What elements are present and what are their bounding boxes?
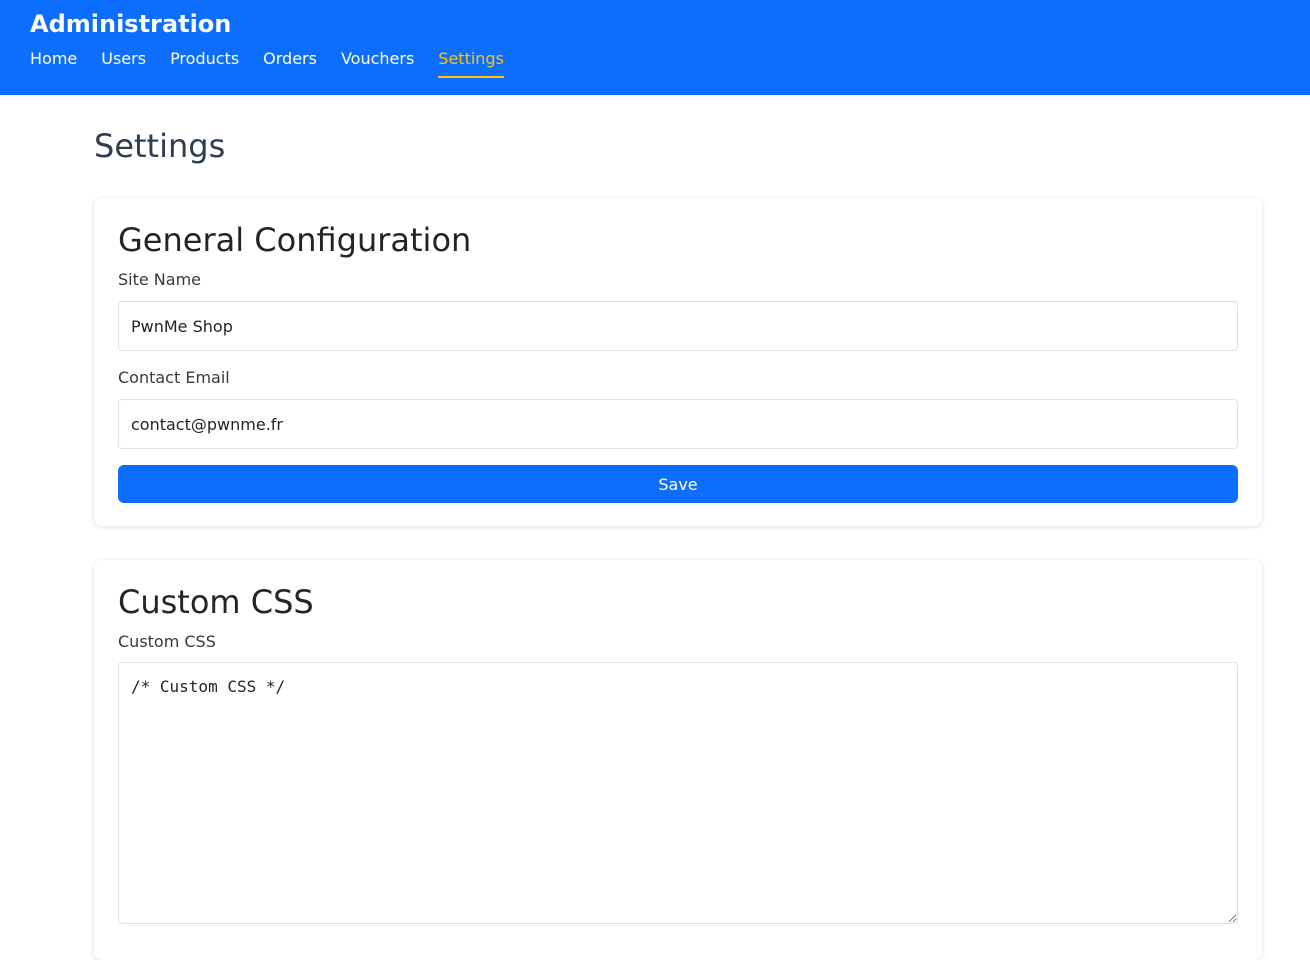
custom-css-label: Custom CSS: [118, 632, 216, 651]
nav-settings-link[interactable]: Settings: [438, 48, 504, 78]
admin-header: Administration Home Users Products Order…: [0, 0, 1310, 95]
custom-css-heading: Custom CSS: [118, 583, 314, 621]
custom-css-card: Custom CSS Custom CSS /* Custom CSS */: [94, 560, 1262, 960]
nav-users-link[interactable]: Users: [101, 48, 146, 78]
page-title: Settings: [94, 127, 226, 165]
main-nav: Home Users Products Orders Vouchers Sett…: [30, 48, 504, 78]
site-name-group: Site Name: [118, 270, 1238, 351]
nav-orders-link[interactable]: Orders: [263, 48, 317, 78]
nav-vouchers-link[interactable]: Vouchers: [341, 48, 414, 78]
brand-title: Administration: [30, 10, 232, 38]
contact-email-label: Contact Email: [118, 368, 230, 387]
site-name-input[interactable]: [118, 301, 1238, 351]
custom-css-textarea[interactable]: /* Custom CSS */: [118, 662, 1238, 924]
general-configuration-card: General Configuration Site Name Contact …: [94, 198, 1262, 526]
nav-home-link[interactable]: Home: [30, 48, 77, 78]
contact-email-group: Contact Email: [118, 368, 1238, 449]
contact-email-input[interactable]: [118, 399, 1238, 449]
general-configuration-heading: General Configuration: [118, 221, 472, 259]
site-name-label: Site Name: [118, 270, 202, 289]
save-button[interactable]: Save: [118, 465, 1238, 503]
nav-products-link[interactable]: Products: [170, 48, 239, 78]
